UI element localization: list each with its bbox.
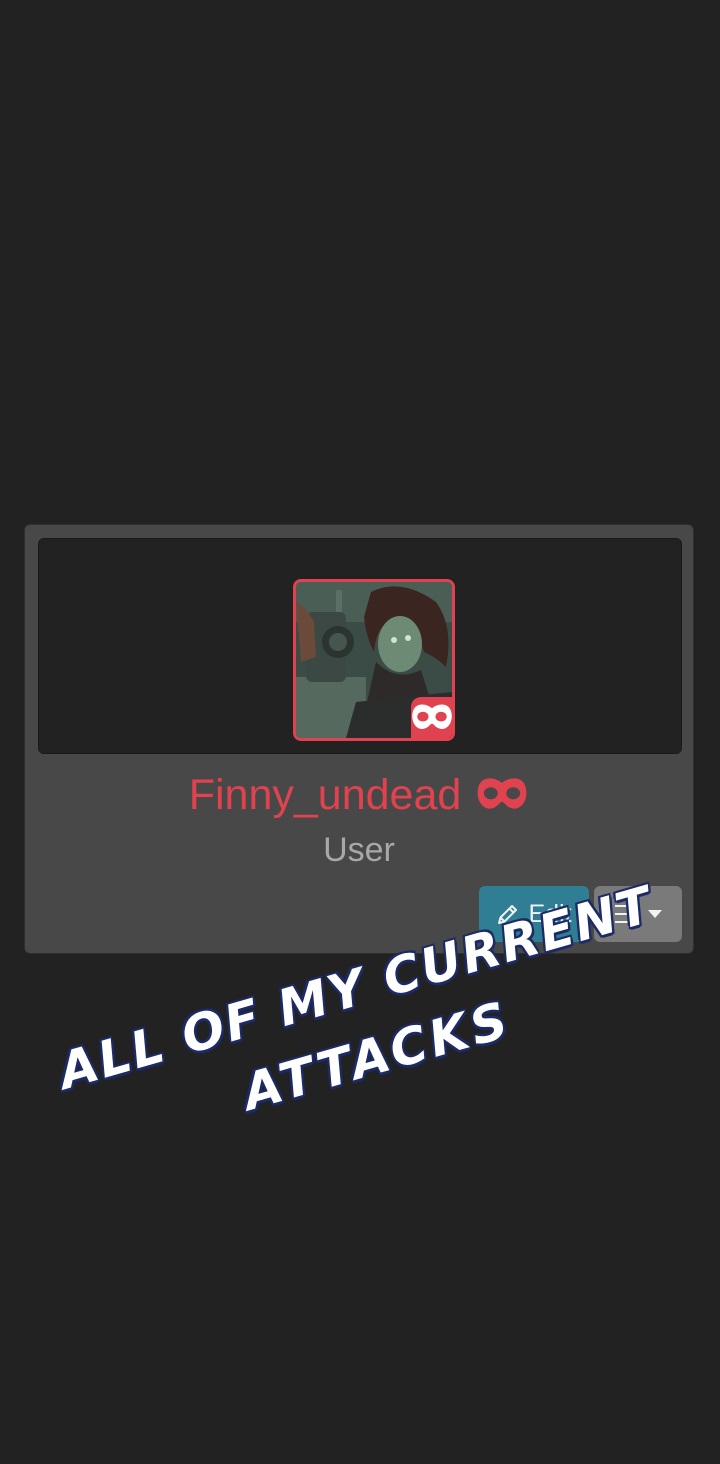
hamburger-icon (615, 905, 637, 923)
overlay-caption-line2: ATTACKS (236, 990, 518, 1122)
avatar-badge (411, 697, 452, 738)
username-row: Finny_undead (25, 767, 693, 823)
edit-button-label: Edit (528, 899, 572, 928)
edit-button[interactable]: Edit (479, 886, 589, 942)
mask-icon (477, 778, 527, 809)
mask-icon (412, 704, 452, 730)
page: Finny_undead User Edit ALL OF MY CURRENT… (0, 0, 720, 1464)
pencil-icon (498, 905, 518, 924)
more-menu-button[interactable] (594, 886, 682, 942)
profile-card: Finny_undead User Edit (24, 524, 694, 954)
avatar[interactable] (293, 579, 455, 741)
username[interactable]: Finny_undead (189, 767, 462, 823)
user-role: User (323, 831, 395, 869)
profile-banner (38, 538, 682, 754)
caret-down-icon (648, 910, 662, 918)
